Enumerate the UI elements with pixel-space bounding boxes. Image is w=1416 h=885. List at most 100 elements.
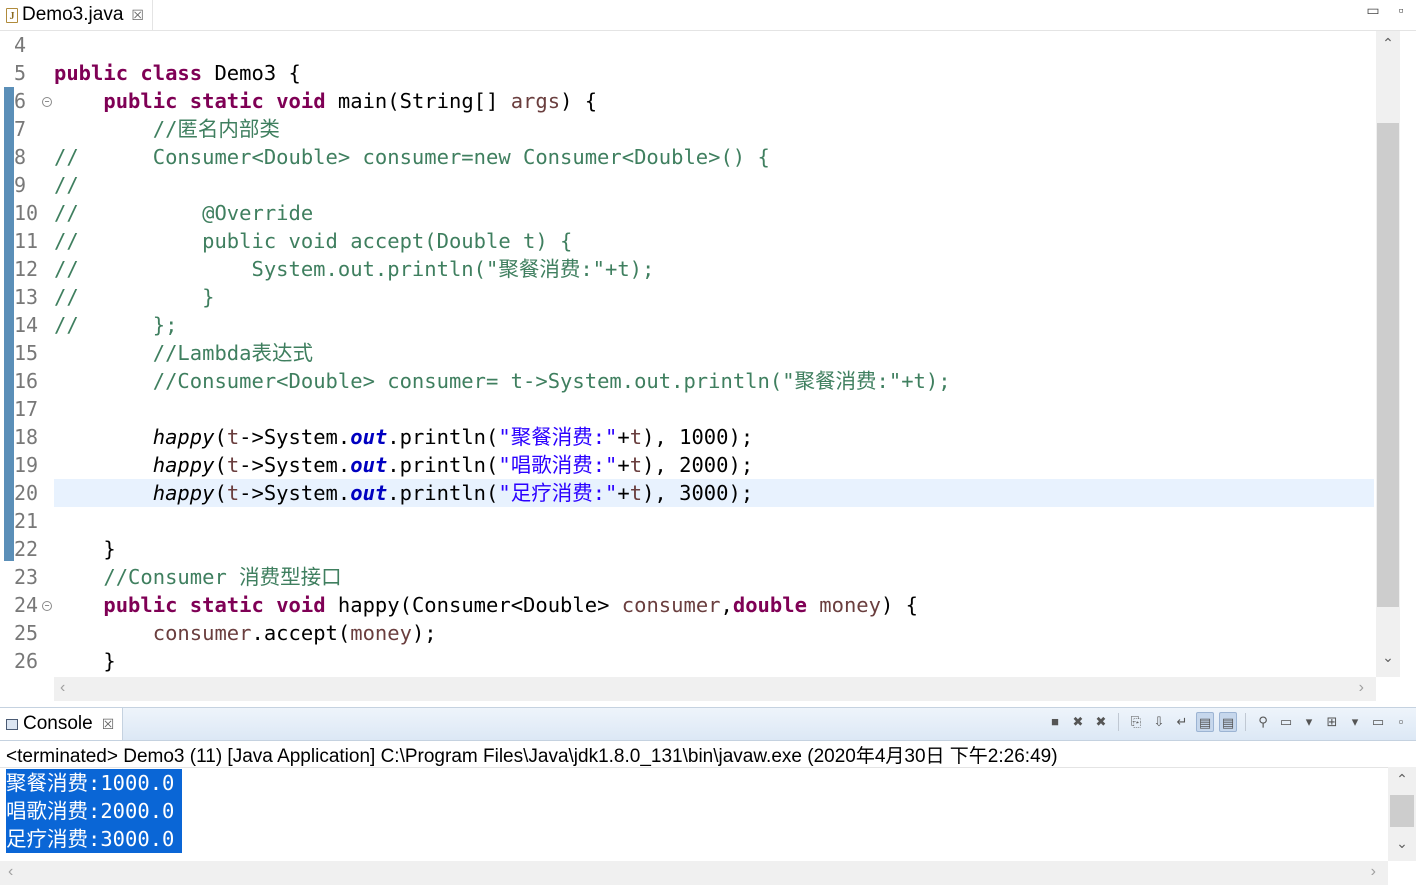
remove-launch-icon[interactable]: ✖ (1069, 712, 1087, 732)
scroll-right-icon[interactable]: › (1371, 863, 1376, 881)
change-ruler-bar (4, 87, 14, 561)
open-console-dropdown-icon[interactable]: ▾ (1346, 712, 1364, 732)
code-token: + (617, 453, 630, 477)
code-line[interactable]: // }; (54, 311, 1374, 339)
open-console-icon[interactable]: ⊞ (1323, 712, 1341, 732)
code-editor[interactable]: ⌃ ⌄ ‹ › 4 5 public class Demo3 {6 − public … (0, 31, 1416, 702)
editor-window-controls: ▭ ▫ (1366, 2, 1408, 19)
code-line[interactable]: // Consumer<Double> consumer=new Consume… (54, 143, 1374, 171)
code-token: happy (152, 481, 215, 505)
scroll-thumb[interactable] (1390, 795, 1414, 827)
code-line[interactable]: consumer.accept(money); (54, 619, 1374, 647)
code-token: // } (54, 285, 215, 309)
code-token: consumer (152, 621, 252, 645)
line-number: 17 (14, 397, 39, 421)
code-token: happy (152, 425, 215, 449)
console-output[interactable]: 聚餐消费:1000.0 唱歌消费:2000.0 足疗消费:3000.0 (0, 767, 1388, 862)
display-console-icon[interactable]: ▭ (1277, 712, 1295, 732)
terminate-icon[interactable]: ■ (1046, 712, 1064, 732)
code-line[interactable]: } (54, 647, 1374, 675)
code-line[interactable]: } (54, 535, 1374, 563)
code-token: "唱歌消费:" (498, 453, 618, 477)
scroll-up-icon[interactable]: ⌃ (1376, 35, 1400, 52)
scroll-down-icon[interactable]: ⌄ (1388, 835, 1416, 852)
code-line[interactable]: // System.out.println("聚餐消费:"+t); (54, 255, 1374, 283)
close-console-icon[interactable]: ☒ (102, 716, 115, 733)
maximize-icon[interactable]: ▫ (1394, 2, 1408, 19)
show-on-stderr-icon[interactable]: ▤ (1219, 712, 1237, 732)
editor-horizontal-scrollbar[interactable]: ‹ › (54, 677, 1376, 701)
minimize-view-icon[interactable]: ▭ (1369, 712, 1387, 732)
remove-all-terminated-icon[interactable]: ✖ (1092, 712, 1110, 732)
console-status-line: <terminated> Demo3 (11) [Java Applicatio… (6, 746, 1058, 767)
line-number: 22 (14, 537, 39, 561)
scroll-down-icon[interactable]: ⌄ (1376, 649, 1400, 666)
console-tab[interactable]: Console ☒ (0, 708, 124, 740)
code-token: .println( (387, 453, 499, 477)
fold-collapse-icon[interactable]: − (42, 601, 52, 611)
code-line[interactable]: happy(t->System.out.println("足疗消费:"+t), … (54, 479, 1374, 507)
maximize-view-icon[interactable]: ▫ (1392, 712, 1410, 732)
code-token: args (510, 89, 561, 113)
code-token: // }; (54, 313, 178, 337)
code-line[interactable]: // (54, 171, 1374, 199)
editor-vertical-scrollbar[interactable]: ⌃ ⌄ (1376, 31, 1400, 677)
scroll-lock-icon[interactable]: ⇩ (1150, 712, 1168, 732)
scroll-left-icon[interactable]: ‹ (8, 863, 13, 881)
close-tab-icon[interactable]: ☒ (131, 7, 144, 24)
code-line[interactable] (54, 395, 1374, 423)
pin-console-icon[interactable]: ⚲ (1254, 712, 1272, 732)
code-token: ), 1000); (642, 425, 754, 449)
code-line[interactable]: public static void main(String[] args) { (54, 87, 1374, 115)
code-line[interactable]: //匿名内部类 (54, 115, 1374, 143)
code-token: public (54, 61, 129, 85)
code-token: .println( (387, 481, 499, 505)
code-token: consumer (621, 593, 721, 617)
show-on-stdout-icon[interactable]: ▤ (1196, 712, 1214, 732)
code-token: out (350, 425, 388, 449)
code-line[interactable]: // public void accept(Double t) { (54, 227, 1374, 255)
console-vertical-scrollbar[interactable]: ⌃ ⌄ (1388, 767, 1416, 861)
line-number: 16 (14, 369, 39, 393)
console-horizontal-scrollbar[interactable]: ‹ › (0, 861, 1388, 885)
code-line[interactable]: //Consumer<Double> consumer= t->System.o… (54, 367, 1374, 395)
editor-tab-demo3[interactable]: J Demo3.java ☒ (0, 0, 153, 30)
code-line[interactable] (54, 31, 1374, 59)
scroll-left-icon[interactable]: ‹ (60, 679, 65, 697)
toolbar-separator (1245, 713, 1246, 731)
code-token: static (189, 89, 264, 113)
console-output-line[interactable]: 聚餐消费:1000.0 (6, 769, 183, 797)
code-token: //Consumer<Double> consumer= t->System.o… (152, 369, 951, 393)
code-token: t (226, 481, 240, 505)
word-wrap-icon[interactable]: ↵ (1173, 712, 1191, 732)
code-line[interactable]: public static void happy(Consumer<Double… (54, 591, 1374, 619)
console-output-line[interactable]: 足疗消费:3000.0 (6, 825, 183, 853)
code-token: + (617, 481, 630, 505)
code-line[interactable]: //Consumer 消费型接口 (54, 563, 1374, 591)
scroll-thumb[interactable] (1377, 123, 1399, 607)
code-token: // Consumer<Double> consumer=new Consume… (54, 145, 770, 169)
code-token: double (732, 593, 807, 617)
code-line[interactable]: happy(t->System.out.println("唱歌消费:"+t), … (54, 451, 1374, 479)
code-token: ->System. (239, 481, 351, 505)
code-token: money (350, 621, 412, 645)
code-line[interactable] (54, 507, 1374, 535)
code-token: .accept( (251, 621, 351, 645)
code-line[interactable]: public class Demo3 { (54, 59, 1374, 87)
fold-collapse-icon[interactable]: − (42, 97, 52, 107)
scroll-right-icon[interactable]: › (1359, 679, 1364, 697)
code-line[interactable]: // } (54, 283, 1374, 311)
code-line[interactable]: // @Override (54, 199, 1374, 227)
clear-console-icon[interactable]: ⎘ (1127, 712, 1145, 732)
code-line[interactable]: //Lambda表达式 (54, 339, 1374, 367)
display-console-dropdown-icon[interactable]: ▾ (1300, 712, 1318, 732)
code-token: //匿名内部类 (152, 117, 280, 141)
console-output-line[interactable]: 唱歌消费:2000.0 (6, 797, 183, 825)
scroll-up-icon[interactable]: ⌃ (1388, 771, 1416, 788)
minimize-icon[interactable]: ▭ (1366, 2, 1380, 19)
code-line[interactable]: happy(t->System.out.println("聚餐消费:"+t), … (54, 423, 1374, 451)
